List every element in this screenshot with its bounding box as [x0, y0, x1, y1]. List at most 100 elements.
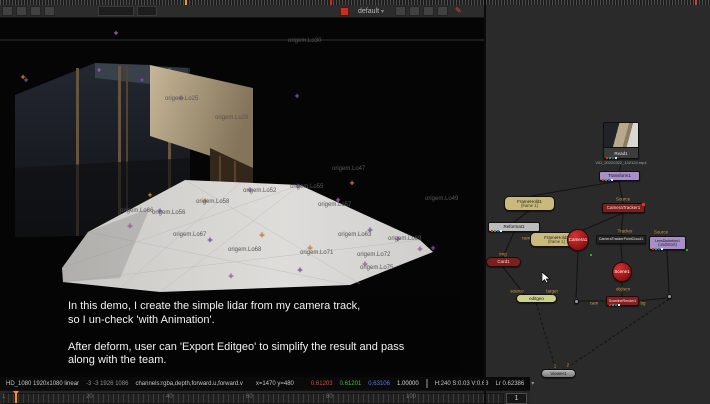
node-sublabel: (undistort) — [658, 243, 677, 248]
port-label: source — [510, 289, 524, 294]
node-lensdistortion1[interactable]: LensDistortion1(undistort) — [649, 236, 686, 250]
viewer-toolbar-button[interactable] — [2, 6, 13, 16]
nuke-window: default ▾ ✎ — [0, 0, 710, 404]
track-marker: + — [140, 77, 145, 84]
node-label: Reformat1 — [503, 224, 524, 229]
node-card1[interactable]: Card1 — [486, 257, 521, 267]
track-marker: + — [208, 237, 213, 244]
color-swatch — [426, 379, 428, 388]
node-sublabel: (frame 1) — [548, 240, 565, 245]
node-camera1[interactable]: Camera1 — [567, 229, 589, 251]
timeline-tick-label: 20 — [86, 394, 93, 400]
point-label: origem.Lo72 — [357, 252, 390, 258]
node-label: Transform1 — [608, 173, 631, 178]
format-label: HD_1080 1920x1080 linear — [6, 381, 79, 387]
point-label: origem.Lo28 — [215, 115, 248, 121]
point-label: origem.Lo58 — [196, 199, 229, 205]
chevron-down-icon[interactable]: ▾ — [531, 380, 534, 387]
timeline-tick-label: 40 — [166, 394, 173, 400]
point-label: origem.Lo52 — [243, 188, 276, 194]
subtitle-line: along with the team. — [68, 354, 454, 368]
subtitle-overlay: In this demo, I create the simple lidar … — [60, 295, 462, 371]
subtitle-line: After deform, user can 'Export Editgeo' … — [68, 341, 454, 355]
track-marker: + — [431, 245, 436, 252]
point-label: origem.Lo75 — [360, 265, 393, 271]
point-label: origem.Lo67 — [173, 232, 206, 238]
timeline-start-label: 1 — [2, 394, 5, 400]
timeline-playhead[interactable] — [15, 392, 17, 403]
node-editgeo[interactable]: editgeo — [516, 294, 557, 303]
panel-divider[interactable] — [484, 0, 486, 404]
viewer-info-bar: HD_1080 1920x1080 linear -3 -3 1926 1086… — [0, 377, 530, 390]
channel-dots — [606, 157, 617, 159]
track-marker: + — [148, 192, 153, 199]
cursor-position-label: x=1470 y=480 — [256, 381, 294, 387]
node-dot1[interactable] — [574, 299, 579, 304]
node-transform1[interactable]: Transform1 — [599, 171, 640, 181]
node-framehold1[interactable]: FrameHold1(frame 1) — [504, 196, 555, 211]
node-label: CameraTrackerPointCloud1 — [599, 237, 643, 241]
node-label: editgeo — [529, 296, 544, 301]
node-label: Viewer1 — [550, 371, 566, 376]
point-label: origem.Lo56 — [152, 210, 185, 216]
node-label: CameraTracker1 — [607, 205, 641, 210]
alpha-value: 1.00000 — [397, 381, 419, 387]
point-label: origem.Lo49 — [425, 196, 458, 202]
track-marker: + — [97, 67, 102, 74]
node-viewer1[interactable]: Viewer1 — [541, 369, 576, 378]
port-label: Tracker — [617, 229, 632, 234]
point-label: origem.Lo63 — [338, 232, 371, 238]
viewer-timeline: 1 1 20 40 60 80 100 — [0, 390, 530, 404]
node-reformat1[interactable]: Reformat1 — [488, 222, 540, 232]
viewer-preset-label: default — [358, 8, 379, 15]
node-dot2[interactable] — [667, 294, 672, 299]
track-marker: + — [260, 232, 265, 239]
point-label: origem.Lo47 — [332, 166, 365, 172]
luminance-label: Lr 0.62386 — [496, 381, 525, 387]
viewer-gamma-field[interactable] — [137, 6, 157, 16]
viewer-toolbar-button[interactable] — [395, 6, 406, 16]
channel-dots — [652, 248, 663, 250]
status-green-dot — [589, 253, 593, 257]
port-label: obj/scn — [616, 287, 630, 292]
viewer-toolbar-button[interactable] — [30, 6, 41, 16]
node-cameratracker1[interactable]: CameraTracker1 — [602, 203, 645, 213]
timeline-tick-label: 60 — [246, 394, 253, 400]
node-sublabel: (frame 1) — [521, 204, 538, 209]
port-label: target — [546, 289, 558, 294]
point-label: origem.Lo25 — [165, 96, 198, 102]
timeline-ruler[interactable] — [2, 393, 504, 404]
node-graph[interactable]: VID_20220322_132124.mp4Read1 Transform1 Ca… — [486, 5, 710, 404]
node-scene1[interactable]: Scene1 — [612, 262, 632, 282]
toolbar-red-button[interactable] — [340, 7, 349, 16]
read-filename: VID_20220322_132124.mp4 — [576, 160, 666, 165]
viewer-toolbar-button[interactable] — [437, 6, 448, 16]
channel-dots — [609, 304, 620, 306]
node-scanlinerender1[interactable]: ScanlineRender1 — [606, 296, 639, 306]
point-label: origem.Lo57 — [318, 202, 351, 208]
blue-value: 0.63106 — [368, 381, 390, 387]
port-label: 1 — [554, 364, 557, 369]
node-read1[interactable]: Read1 — [603, 122, 639, 159]
read-thumbnail — [604, 123, 638, 148]
subtitle-line — [68, 327, 454, 341]
viewer-toolbar-button[interactable] — [409, 6, 420, 16]
viewer-toolbar-button[interactable] — [16, 6, 27, 16]
point-label: origem.Lo71 — [300, 250, 333, 256]
viewer-preset-dropdown[interactable]: default ▾ — [358, 8, 384, 15]
track-marker: + — [298, 267, 303, 274]
subtitle-line: In this demo, I create the simple lidar … — [68, 300, 454, 314]
channel-dots — [491, 230, 502, 232]
hsv-label: H:240 S:0.03 V:0.63 — [435, 381, 489, 387]
node-pointcloud1[interactable]: CameraTrackerPointCloud1 — [596, 235, 646, 244]
viewer-gain-field[interactable] — [98, 6, 134, 16]
timeline-tick-label: 80 — [326, 394, 333, 400]
viewer-toolbar-button[interactable] — [44, 6, 55, 16]
viewer-toolbar-button[interactable] — [423, 6, 434, 16]
annotation-pencil-icon[interactable]: ✎ — [455, 7, 462, 15]
node-label: Camera1 — [569, 237, 588, 242]
current-frame-field[interactable]: 1 — [506, 393, 527, 404]
timeline-tick-label: 100 — [406, 394, 416, 400]
error-indicator — [642, 203, 645, 206]
port-label: cam — [522, 236, 531, 241]
